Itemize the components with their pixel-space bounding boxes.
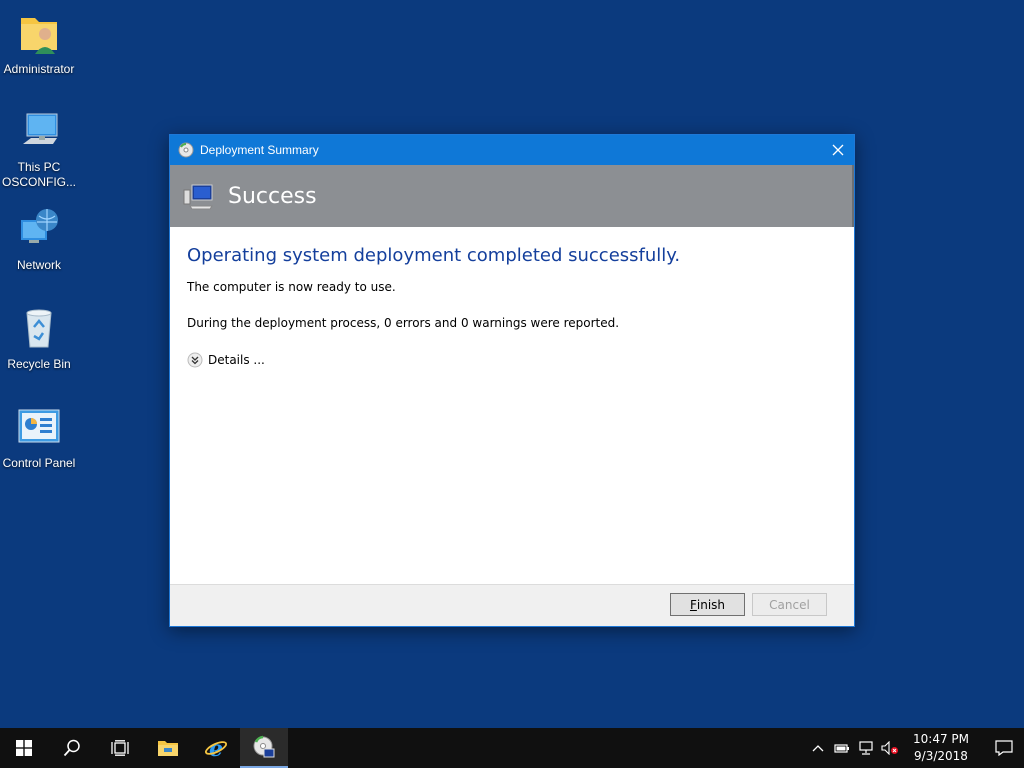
details-label: Details ...: [208, 353, 265, 367]
details-expander[interactable]: Details ...: [187, 352, 837, 368]
deployment-summary-dialog: Deployment Summary Success Operating sys…: [169, 134, 855, 627]
chevron-down-icon: [187, 352, 203, 368]
file-explorer-icon: [158, 741, 178, 756]
deployment-app-taskbar-button[interactable]: [240, 728, 288, 768]
volume-tray-button[interactable]: [878, 728, 902, 768]
desktop-icon-label: Recycle Bin: [7, 357, 71, 371]
recycle-bin-icon: [26, 309, 52, 348]
deployment-app-icon: [178, 142, 194, 158]
network-icon: [21, 209, 58, 243]
chevron-up-icon: [812, 745, 824, 752]
internet-explorer-icon: e: [204, 736, 228, 760]
this-pc-icon: [23, 113, 58, 144]
control-panel-icon: [18, 409, 60, 443]
cancel-label: Cancel: [769, 597, 810, 612]
show-hidden-icons-button[interactable]: [806, 728, 830, 768]
system-tray: 10:47 PM 9/3/2018: [806, 728, 1024, 768]
desktop-icon-label: Control Panel: [2, 456, 76, 470]
task-view-icon: [111, 740, 129, 756]
desktop-icon-this-pc[interactable]: This PC OSCONFIG...: [0, 108, 78, 190]
computer-icon: [183, 184, 213, 210]
ready-text: The computer is now ready to use.: [187, 280, 396, 294]
desktop-icon-recycle-bin[interactable]: Recycle Bin: [0, 305, 78, 372]
clock-date: 9/3/2018: [914, 749, 968, 763]
desktop-icon-control-panel[interactable]: Control Panel: [0, 404, 78, 471]
desktop-icon-network[interactable]: Network: [0, 206, 78, 273]
taskbar: e 10:47 PM 9/3/2018: [0, 728, 1024, 768]
start-icon: [16, 740, 32, 756]
dialog-title: Deployment Summary: [200, 143, 319, 157]
dialog-titlebar[interactable]: Deployment Summary: [170, 135, 854, 165]
close-button[interactable]: [822, 135, 854, 165]
finish-button[interactable]: Finish: [670, 593, 745, 616]
desktop-icon-label: This PC OSCONFIG...: [1, 160, 76, 189]
notification-icon: [995, 740, 1013, 756]
search-button[interactable]: [48, 728, 96, 768]
cancel-button[interactable]: Cancel: [752, 593, 827, 616]
action-center-button[interactable]: [984, 728, 1024, 768]
start-button[interactable]: [0, 728, 48, 768]
clock-time: 10:47 PM: [913, 732, 969, 746]
close-icon: [832, 144, 844, 156]
volume-muted-icon: [881, 741, 898, 755]
success-headline: Operating system deployment completed su…: [187, 245, 681, 266]
svg-text:e: e: [209, 736, 223, 760]
user-folder-icon: [21, 18, 57, 54]
task-view-button[interactable]: [96, 728, 144, 768]
summary-text: During the deployment process, 0 errors …: [187, 316, 620, 330]
header-band: Success: [170, 165, 854, 227]
dialog-footer: Finish Cancel: [170, 584, 854, 626]
network-tray-button[interactable]: [854, 728, 878, 768]
finish-label: inish: [696, 597, 726, 612]
finish-label-accesskey: F: [689, 597, 697, 612]
dialog-content: Operating system deployment completed su…: [170, 227, 854, 585]
power-icon: [834, 744, 849, 753]
file-explorer-button[interactable]: [144, 728, 192, 768]
clock[interactable]: 10:47 PM 9/3/2018: [906, 731, 976, 765]
deployment-app-icon: [253, 735, 275, 758]
internet-explorer-button[interactable]: e: [192, 728, 240, 768]
network-icon: [859, 741, 873, 755]
desktop-icon-administrator[interactable]: Administrator: [0, 10, 78, 77]
desktop-icon-label: Network: [16, 258, 61, 272]
power-tray-button[interactable]: [830, 728, 854, 768]
header-title: Success: [228, 183, 317, 209]
desktop-icon-label: Administrator: [3, 62, 75, 76]
search-icon: [63, 739, 80, 757]
